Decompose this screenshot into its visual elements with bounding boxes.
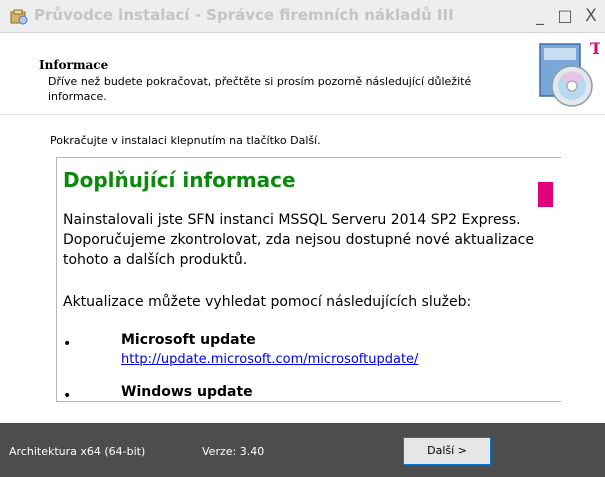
bullet-marker: • — [63, 388, 72, 402]
minimize-button[interactable]: _ — [527, 5, 553, 27]
brand-accent-square — [538, 182, 553, 207]
update-service-title: Windows update — [121, 384, 253, 400]
info-scroll-box[interactable]: Doplňující informace Nainstalovali jste … — [56, 157, 561, 402]
close-button[interactable]: X — [578, 5, 604, 27]
instruction-text: Pokračujte v instalaci klepnutím na tlač… — [50, 134, 321, 147]
page-description: Dříve než budete pokračovat, přečtěte si… — [48, 75, 472, 103]
architecture-label: Architektura x64 (64-bit) — [9, 445, 146, 458]
info-paragraph-updates: Aktualizace můžete vyhledat pomocí násle… — [63, 294, 472, 310]
info-paragraph-installed: Nainstalovali jste SFN instanci MSSQL Se… — [63, 212, 534, 268]
next-button[interactable]: Další > — [403, 437, 491, 465]
microsoft-update-link[interactable]: http://update.microsoft.com/microsoftupd… — [121, 352, 418, 367]
window-title: Průvodce instalací - Správce firemních n… — [34, 6, 454, 24]
bullet-marker: • — [63, 336, 72, 352]
update-service-title: Microsoft update — [121, 332, 256, 348]
installer-app-icon — [10, 9, 28, 25]
info-heading: Doplňující informace — [63, 168, 296, 192]
installer-cd-logo-icon: T — [539, 39, 600, 107]
version-label: Verze: 3.40 — [202, 445, 265, 458]
maximize-button[interactable]: □ — [552, 5, 578, 27]
page-title: Informace — [39, 58, 109, 72]
wizard-footer: Architektura x64 (64-bit) Verze: 3.40 Da… — [0, 423, 605, 477]
window-titlebar[interactable]: Průvodce instalací - Správce firemních n… — [0, 0, 605, 33]
svg-text:T: T — [590, 39, 600, 58]
